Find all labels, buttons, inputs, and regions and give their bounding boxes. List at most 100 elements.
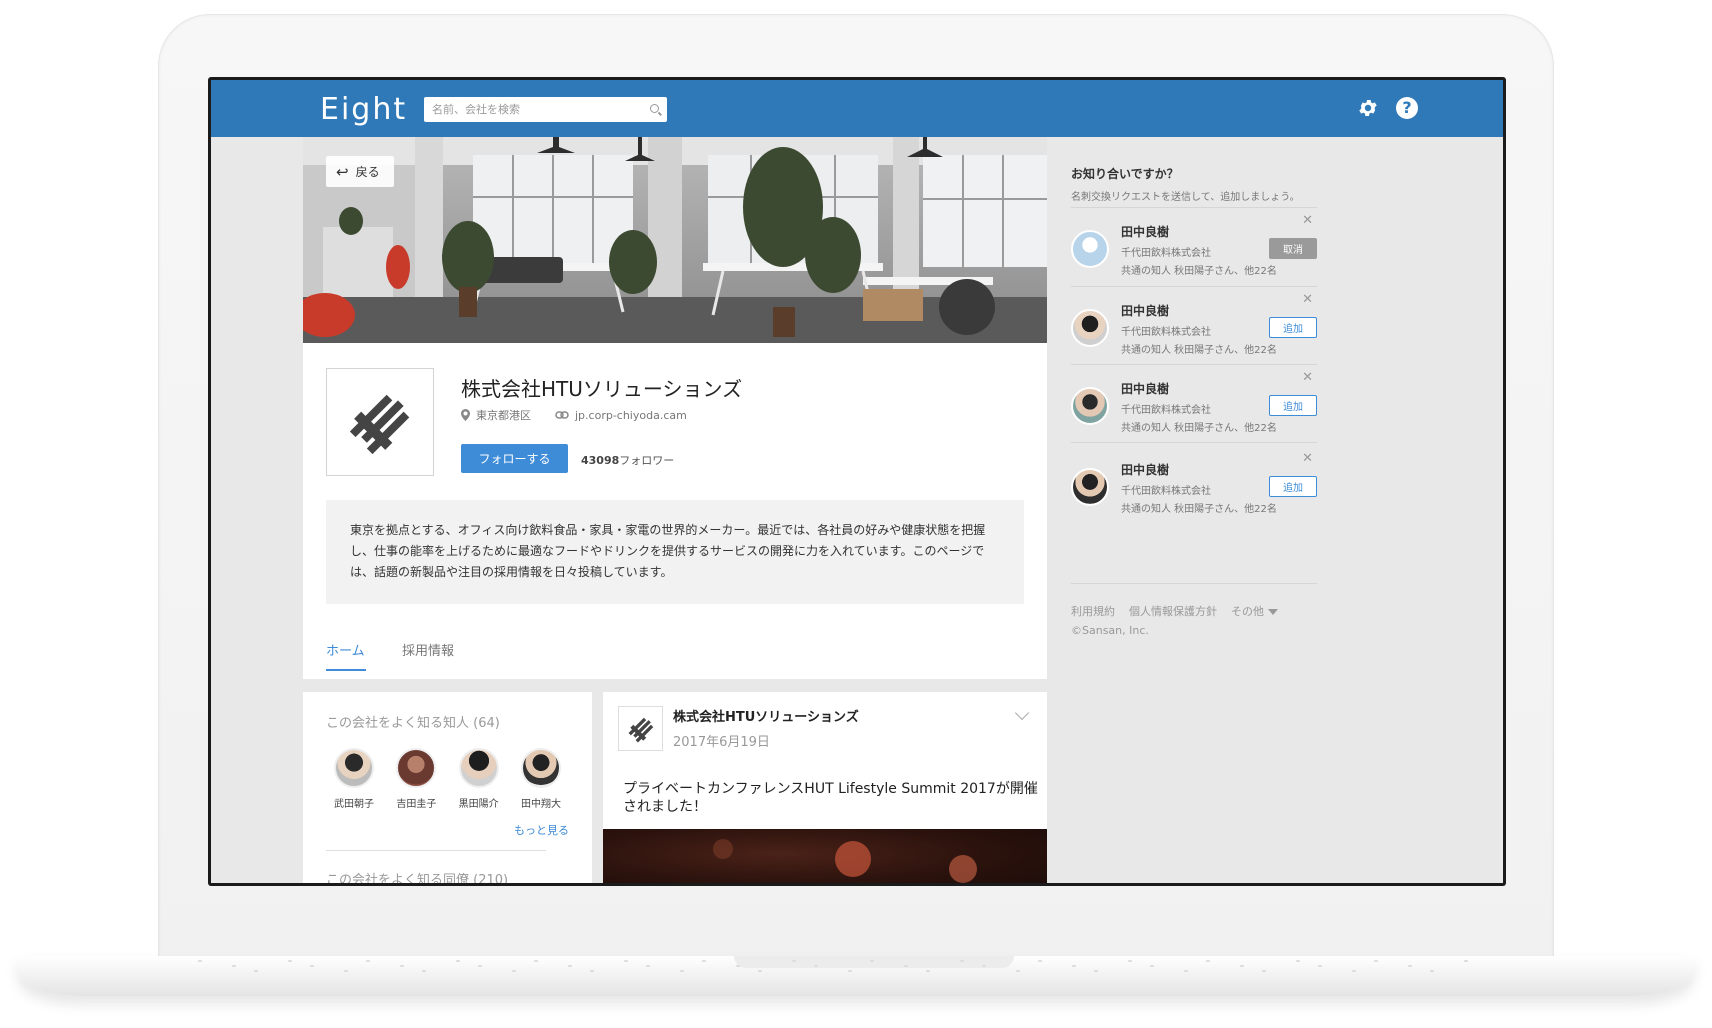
suggestion-name[interactable]: 田中良樹 [1121,380,1169,397]
post-author[interactable]: 株式会社HTUソリューションズ [673,706,859,725]
suggestion-mutual: 共通の知人 秋田陽子さん、他22名 [1121,266,1277,277]
keyboard-dot [1150,965,1154,967]
keyboard-dot [1464,960,1468,962]
keyboard-dot [1318,965,1322,967]
keyboard-dot [870,960,874,962]
keyboard-dot [848,970,852,972]
acquaintances-list: 武田朝子 吉田圭子 黒田陽介 田中翔大 [326,748,569,810]
acquaintance-name[interactable]: 田中翔大 [513,795,569,810]
keyboard-dot [1262,970,1266,972]
add-contact-button[interactable]: 追加 [1269,476,1317,497]
divider [326,850,546,851]
add-contact-button[interactable]: 追加 [1269,317,1317,338]
chevron-down-icon[interactable] [1014,705,1030,721]
company-description: 東京を拠点とする、オフィス向け飲料食品・家具・家電の世界的メーカー。最近では、各… [326,500,1024,604]
suggestion-company: 千代田飲料株式会社 [1121,486,1211,497]
location-text: 東京都港区 [476,409,531,422]
keyboard-dot [232,965,236,967]
suggestion-item: 田中良樹 千代田飲料株式会社 共通の知人 秋田陽子さん、他22名 ✕ 追加 [1071,446,1317,524]
acquaintance-item[interactable]: 吉田圭子 [388,748,444,810]
tab-active-indicator [326,669,366,671]
close-icon[interactable]: ✕ [1302,292,1313,307]
follow-button[interactable]: フォローする [461,444,568,473]
company-logo [326,368,434,476]
acquaintance-item[interactable]: 武田朝子 [326,748,382,810]
tab-jobs[interactable]: 採用情報 [402,640,454,659]
keyboard-dot [512,970,516,972]
back-button[interactable]: ↩ 戻る [326,156,394,187]
privacy-link[interactable]: 個人情報保護方針 [1129,603,1217,619]
acquaintances-title: この会社をよく知る知人 (64) [326,716,500,731]
suggestions-title: お知り合いですか？ [1071,167,1179,181]
avatar[interactable] [1071,230,1109,268]
keyboard-dot [702,960,706,962]
laptop-base [18,956,1694,996]
avatar[interactable] [334,748,374,788]
keyboard-dot [534,960,538,962]
suggestions-subtitle: 名刺交換リクエストを送信して、追加しましょう。 [1071,192,1300,203]
office-photo [303,137,1047,343]
acquaintances-card: この会社をよく知る知人 (64) 武田朝子 吉田圭子 黒田陽介 田中翔大 もっと… [303,692,592,883]
suggestion-item: 田中良樹 千代田飲料株式会社 共通の知人 秋田陽子さん、他22名 ✕ 追加 [1071,287,1317,365]
more-link[interactable]: もっと見る [514,822,569,838]
suggestion-name[interactable]: 田中良樹 [1121,461,1169,478]
avatar[interactable] [1071,468,1109,506]
post-image[interactable] [603,829,1047,883]
back-label: 戻る [355,165,380,179]
keyboard-dot [1240,965,1244,967]
terms-link[interactable]: 利用規約 [1071,603,1115,619]
avatar[interactable] [520,748,561,788]
keyboard-dot [456,960,460,962]
follower-number: 43098 [581,454,620,467]
acquaintance-name[interactable]: 黒田陽介 [451,795,507,810]
suggestion-item: 田中良樹 千代田飲料株式会社 共通の知人 秋田陽子さん、他22名 ✕ 取消 [1071,208,1317,286]
search-icon[interactable] [650,104,659,113]
other-menu[interactable]: その他 [1231,603,1278,619]
post-author-logo[interactable] [618,706,663,751]
tab-home[interactable]: ホーム [326,640,365,659]
keyboard-dot [624,960,628,962]
keyboard-dot [758,970,762,972]
back-arrow-icon: ↩ [336,162,349,181]
acquaintance-name[interactable]: 吉田圭子 [388,795,444,810]
search-box[interactable] [424,97,667,122]
cancel-request-button[interactable]: 取消 [1269,238,1317,259]
suggestions-sidebar: お知り合いですか？ 名刺交換リクエストを送信して、追加しましょう。 田中良樹 千… [1071,137,1317,883]
gear-icon[interactable] [1357,97,1379,119]
keyboard-dot [1430,970,1434,972]
suggestion-company: 千代田飲料株式会社 [1121,248,1211,259]
website[interactable]: jp.corp-chiyoda.cam [555,407,687,423]
divider [1071,442,1317,443]
close-icon[interactable]: ✕ [1302,370,1313,385]
acquaintance-name[interactable]: 武田朝子 [326,795,382,810]
suggestion-company: 千代田飲料株式会社 [1121,327,1211,338]
suggestion-mutual: 共通の知人 秋田陽子さん、他22名 [1121,345,1277,356]
website-link[interactable]: jp.corp-chiyoda.cam [575,409,687,422]
avatar[interactable] [396,748,437,788]
location: 東京都港区 [461,407,531,423]
help-icon[interactable]: ? [1396,97,1418,119]
avatar[interactable] [1071,387,1109,425]
app-logo[interactable]: Eight [320,92,407,127]
keyboard-dot [1374,960,1378,962]
search-input[interactable] [424,97,634,122]
suggestion-company: 千代田飲料株式会社 [1121,405,1211,416]
close-icon[interactable]: ✕ [1302,213,1313,228]
suggestion-item: 田中良樹 千代田飲料株式会社 共通の知人 秋田陽子さん、他22名 ✕ 追加 [1071,365,1317,443]
avatar[interactable] [458,748,499,788]
close-icon[interactable]: ✕ [1302,451,1313,466]
suggestion-name[interactable]: 田中良樹 [1121,223,1169,240]
location-pin-icon [461,409,470,421]
suggestion-name[interactable]: 田中良樹 [1121,302,1169,319]
avatar[interactable] [1071,309,1109,347]
add-contact-button[interactable]: 追加 [1269,395,1317,416]
caret-down-icon[interactable] [1268,609,1278,615]
keyboard-hint [198,960,1518,980]
other-label[interactable]: その他 [1231,605,1264,618]
acquaintance-item[interactable]: 黒田陽介 [451,748,507,810]
keyboard-dot [478,965,482,967]
post-date: 2017年6月19日 [673,735,770,750]
keyboard-dot [1072,965,1076,967]
acquaintance-item[interactable]: 田中翔大 [513,748,569,810]
divider [1071,583,1317,584]
